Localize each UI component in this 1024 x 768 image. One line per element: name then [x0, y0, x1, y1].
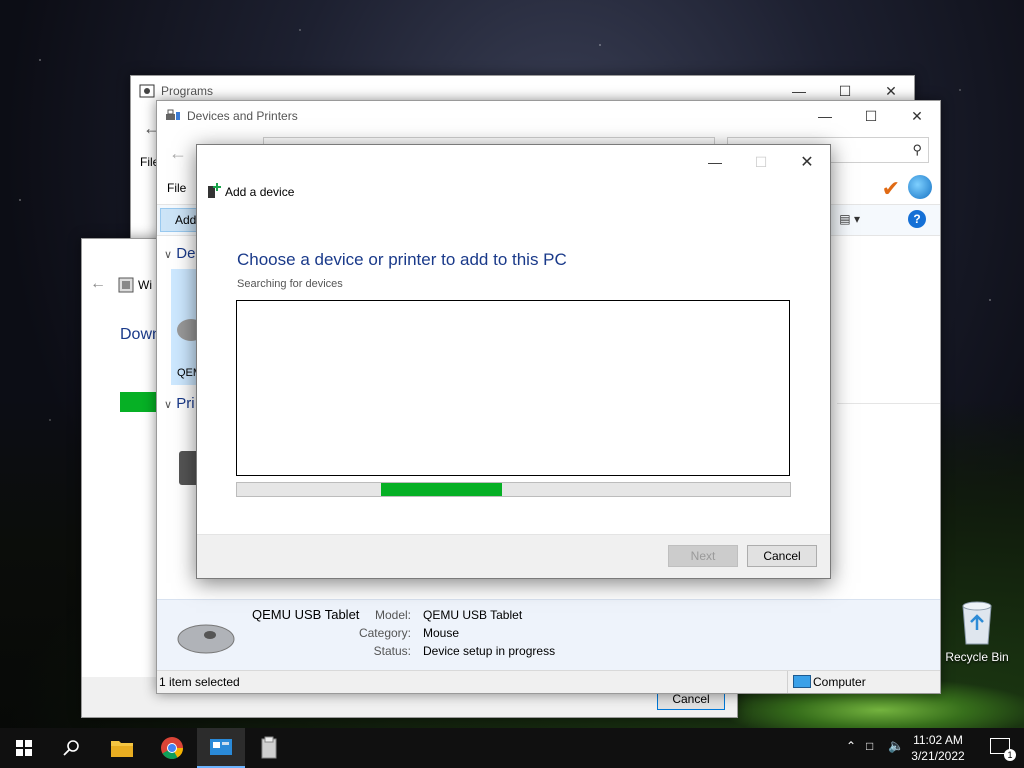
close-button[interactable]: ✕: [784, 145, 830, 179]
dialog-footer: Next Cancel: [197, 534, 830, 578]
printers-group-header[interactable]: ∨ Pri: [164, 395, 195, 412]
status-value: Device setup in progress: [423, 644, 556, 658]
status-selected-count: 1 item selected: [159, 675, 240, 689]
devices-group-header[interactable]: ∨ De: [164, 245, 195, 262]
search-button[interactable]: [48, 728, 96, 768]
add-device-icon: [208, 183, 221, 198]
details-pane: QEMU USB Tablet Model: QEMU USB Tablet C…: [157, 599, 940, 670]
download-heading: Down: [120, 326, 161, 343]
chrome-icon: [161, 737, 183, 759]
devices-menu-file[interactable]: File: [167, 181, 186, 195]
windows-update-title: Wi: [138, 278, 152, 292]
dialog-heading: Choose a device or printer to add to thi…: [237, 250, 567, 269]
notification-badge: 1: [1004, 749, 1016, 761]
clock-date: 3/21/2022: [911, 749, 965, 763]
taskbar: ⌃ □ 🔈 11:02 AM 3/21/2022 1: [0, 728, 1024, 768]
minimize-button[interactable]: —: [692, 145, 738, 179]
recycle-bin-icon: [962, 601, 992, 645]
search-progress-fill: [380, 483, 503, 496]
network-icon[interactable]: □: [866, 739, 873, 753]
volume-icon[interactable]: 🔈: [888, 738, 904, 754]
printers-group-label: Pri: [176, 395, 195, 412]
notification-icon[interactable]: 1: [990, 738, 1016, 761]
add-device-button[interactable]: Add: [160, 208, 200, 232]
cancel-button[interactable]: Cancel: [747, 545, 817, 567]
devices-group-label: De: [176, 245, 196, 262]
clock[interactable]: 11:02 AM 3/21/2022: [908, 732, 968, 764]
add-device-dialog: — ☐ ✕ Add a device Choose a device or pr…: [196, 144, 831, 579]
back-arrow-icon[interactable]: ←: [90, 275, 106, 293]
programs-title: Programs: [161, 84, 214, 98]
close-button[interactable]: ✕: [894, 101, 940, 131]
recycle-bin[interactable]: Recycle Bin: [944, 600, 1010, 664]
add-device-titlebar[interactable]: — ☐ ✕: [197, 145, 830, 179]
devices-printers-titlebar[interactable]: Devices and Printers — ☐ ✕: [157, 101, 940, 131]
maximize-button[interactable]: ☐: [848, 101, 894, 131]
installer-taskbar-button[interactable]: [245, 728, 293, 768]
recycle-bin-label: Recycle Bin: [945, 650, 1009, 664]
chevron-down-icon: ∨: [164, 399, 173, 411]
chevron-up-icon[interactable]: ⌃: [846, 739, 856, 753]
devices-printers-icon: [166, 109, 180, 120]
file-explorer-button[interactable]: [98, 728, 146, 768]
chevron-down-icon: ∨: [164, 249, 173, 261]
model-label: Model:: [374, 608, 411, 622]
windows-logo-icon: [16, 740, 32, 756]
start-button[interactable]: [0, 728, 48, 768]
devices-printers-taskbar-button[interactable]: [197, 728, 245, 768]
status-computer: Computer: [813, 675, 866, 689]
help-icon[interactable]: ?: [908, 210, 926, 228]
model-value: QEMU USB Tablet: [423, 608, 523, 622]
search-icon: [63, 740, 79, 756]
status-label: Status:: [373, 644, 411, 658]
search-progress-bar: [236, 482, 791, 497]
computer-icon: [793, 675, 811, 688]
windows-update-icon: [118, 277, 134, 293]
mouse-icon: [177, 624, 235, 654]
checkmark-icon[interactable]: ✔: [882, 176, 900, 202]
add-device-label: Add: [175, 213, 197, 227]
next-button[interactable]: Next: [668, 545, 738, 567]
search-icon: ⚲: [912, 142, 922, 157]
download-progress: [120, 392, 160, 412]
control-panel-icon: [139, 84, 155, 98]
category-value: Mouse: [423, 626, 460, 640]
back-arrow-icon[interactable]: ←: [169, 143, 187, 164]
system-tray: ⌃ □ 🔈 11:02 AM 3/21/2022 1: [824, 728, 1024, 768]
searching-status: Searching for devices: [237, 278, 343, 290]
devices-printers-icon: [210, 739, 232, 755]
folder-icon: [111, 741, 133, 757]
chrome-button[interactable]: [148, 728, 196, 768]
device-list[interactable]: [236, 300, 790, 476]
view-options-icon[interactable]: ▤ ▾: [839, 212, 860, 226]
status-bar: 1 item selected Computer: [157, 670, 940, 693]
devices-printers-title: Devices and Printers: [187, 109, 298, 123]
installer-icon: [261, 736, 277, 759]
clock-time: 11:02 AM: [913, 733, 963, 747]
dialog-title: Add a device: [225, 185, 295, 199]
maximize-button: ☐: [754, 153, 768, 170]
minimize-button[interactable]: —: [802, 101, 848, 131]
globe-icon[interactable]: [908, 175, 932, 199]
category-label: Category:: [358, 626, 411, 640]
